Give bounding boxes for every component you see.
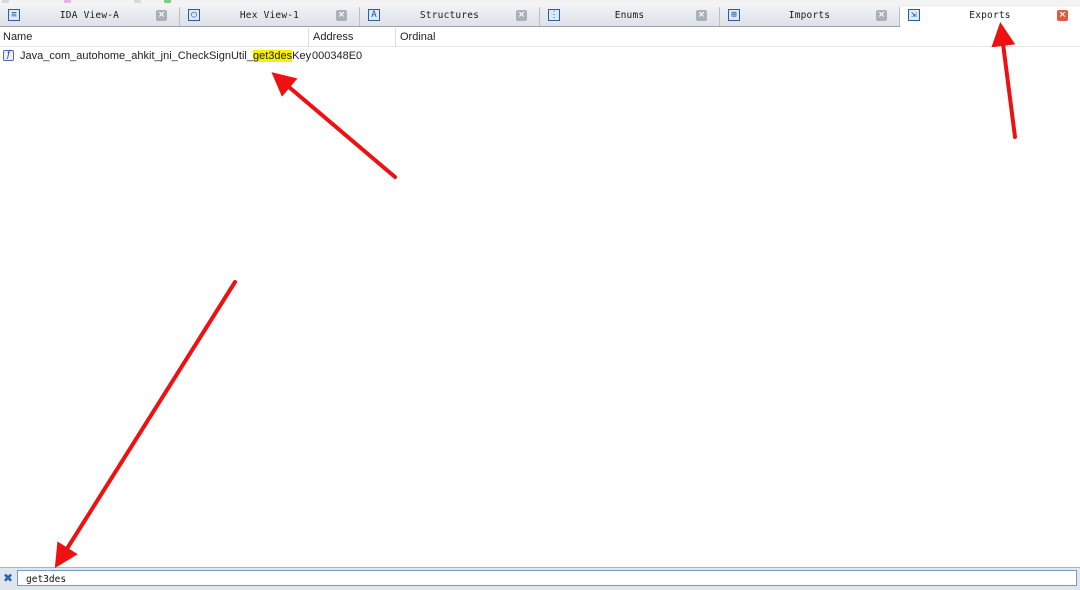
export-name-suffix: Key bbox=[292, 50, 312, 62]
close-icon[interactable]: × bbox=[1057, 10, 1068, 21]
tab-ida-view-a[interactable]: ≡ IDA View-A × bbox=[0, 7, 180, 26]
imports-icon: ⊞ bbox=[728, 9, 740, 21]
tab-exports[interactable]: ⇲ Exports × bbox=[900, 7, 1080, 27]
close-icon[interactable]: × bbox=[336, 10, 347, 21]
tab-label: IDA View-A bbox=[59, 10, 120, 21]
export-name-prefix: Java_com_autohome_ahkit_jni_CheckSignUti… bbox=[20, 50, 253, 62]
close-filter-icon[interactable]: ✖ bbox=[2, 572, 14, 584]
column-header-address[interactable]: Address bbox=[313, 31, 353, 43]
tab-structures[interactable]: A Structures × bbox=[360, 7, 540, 26]
toolbar-remnant bbox=[2, 0, 9, 3]
tab-enums[interactable]: ⋮ Enums × bbox=[540, 7, 720, 26]
toolbar-remnant bbox=[134, 0, 141, 3]
export-name: Java_com_autohome_ahkit_jni_CheckSignUti… bbox=[20, 50, 311, 62]
ida-view-icon: ≡ bbox=[8, 9, 20, 21]
close-icon[interactable]: × bbox=[696, 10, 707, 21]
arrow-to-filter-input bbox=[54, 280, 237, 569]
hex-view-icon: ◯ bbox=[188, 9, 200, 21]
function-icon: f bbox=[3, 50, 14, 61]
tab-hex-view-1[interactable]: ◯ Hex View-1 × bbox=[180, 7, 360, 26]
enums-icon: ⋮ bbox=[548, 9, 560, 21]
window-top-strip bbox=[0, 0, 1080, 7]
tab-label: Imports bbox=[788, 10, 831, 21]
quick-filter-bar: ✖ bbox=[0, 567, 1080, 590]
toolbar-remnant bbox=[64, 0, 71, 3]
tab-imports[interactable]: ⊞ Imports × bbox=[720, 7, 900, 26]
exports-list-header: Name Address Ordinal bbox=[0, 28, 1080, 47]
arrow-to-highlighted-match bbox=[271, 72, 397, 179]
close-icon[interactable]: × bbox=[156, 10, 167, 21]
tab-bar: ≡ IDA View-A × ◯ Hex View-1 × A Structur… bbox=[0, 7, 1080, 27]
column-header-ordinal[interactable]: Ordinal bbox=[400, 31, 435, 43]
tab-label: Hex View-1 bbox=[239, 10, 300, 21]
tab-label: Structures bbox=[419, 10, 480, 21]
column-header-name[interactable]: Name bbox=[3, 31, 32, 43]
exports-icon: ⇲ bbox=[908, 9, 920, 21]
annotation-arrows bbox=[54, 22, 1017, 569]
tab-label: Exports bbox=[969, 10, 1011, 21]
toolbar-remnant bbox=[164, 0, 171, 3]
structures-icon: A bbox=[368, 9, 380, 21]
close-icon[interactable]: × bbox=[516, 10, 527, 21]
column-divider[interactable] bbox=[395, 28, 396, 46]
table-row[interactable]: f Java_com_autohome_ahkit_jni_CheckSignU… bbox=[0, 47, 1080, 65]
column-divider[interactable] bbox=[308, 28, 309, 46]
tab-label: Enums bbox=[614, 10, 645, 21]
filter-match-highlight: get3des bbox=[252, 50, 293, 62]
filter-input[interactable] bbox=[17, 570, 1077, 586]
export-address: 000348E0 bbox=[312, 50, 363, 62]
close-icon[interactable]: × bbox=[876, 10, 887, 21]
